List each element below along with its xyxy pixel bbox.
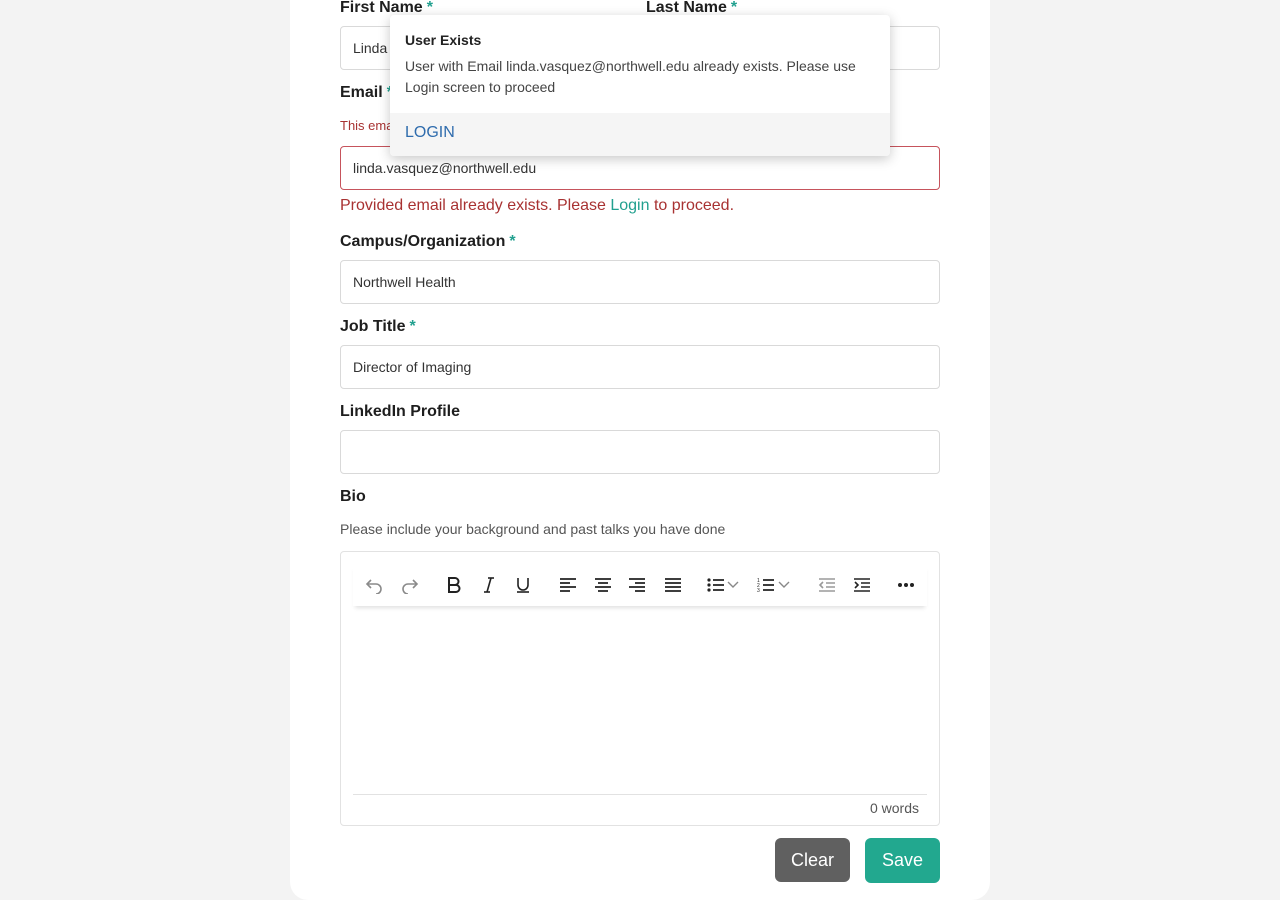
email-label-text: Email: [340, 84, 383, 101]
word-count: 0 words: [869, 800, 919, 816]
redo-icon[interactable]: [397, 572, 423, 598]
numbered-list-icon[interactable]: 123: [753, 572, 779, 598]
required-marker: *: [409, 318, 416, 335]
bio-editor: 123 0 words: [340, 551, 940, 826]
clear-button[interactable]: Clear: [775, 838, 850, 882]
popup-title: User Exists: [405, 32, 482, 48]
last-name-label-text: Last Name: [646, 0, 727, 16]
first-name-label-text: First Name: [340, 0, 423, 16]
align-center-icon[interactable]: [590, 572, 616, 598]
campus-label-text: Campus/Organization: [340, 233, 506, 250]
italic-icon[interactable]: [476, 572, 502, 598]
campus-input[interactable]: [340, 260, 940, 304]
bullet-list-dropdown-icon[interactable]: [726, 572, 740, 598]
undo-icon[interactable]: [361, 572, 387, 598]
user-exists-popup: User Exists User with Email linda.vasque…: [390, 15, 890, 156]
error-login-link[interactable]: Login: [610, 197, 649, 214]
editor-toolbar: 123: [353, 564, 927, 606]
required-marker: *: [426, 0, 433, 16]
indent-icon[interactable]: [849, 572, 875, 598]
underline-icon[interactable]: [510, 572, 536, 598]
outdent-icon[interactable]: [814, 572, 840, 598]
error-text-end: to proceed.: [649, 197, 735, 214]
bio-hint: Please include your background and past …: [340, 521, 726, 537]
align-right-icon[interactable]: [624, 572, 650, 598]
bio-label: Bio: [340, 488, 366, 505]
svg-text:3: 3: [757, 588, 760, 593]
linkedin-input[interactable]: [340, 430, 940, 474]
required-marker: *: [730, 0, 738, 16]
more-icon[interactable]: [893, 572, 919, 598]
linkedin-label: LinkedIn Profile: [340, 403, 461, 420]
job-title-input[interactable]: [340, 345, 940, 389]
email-exists-error: Provided email already exists. Please Lo…: [340, 197, 734, 215]
job-title-label-text: Job Title: [340, 318, 406, 335]
popup-footer: LOGIN: [390, 113, 890, 156]
editor-status-bar: 0 words: [353, 794, 927, 824]
error-text: Provided email already exists. Please: [340, 197, 611, 214]
popup-login-button[interactable]: LOGIN: [405, 124, 455, 142]
email-label: Email*: [340, 84, 393, 102]
campus-label: Campus/Organization *: [340, 233, 516, 251]
job-title-label: Job Title *: [340, 318, 416, 336]
popup-message: User with Email linda.vasquez@northwell.…: [405, 58, 856, 95]
required-marker: *: [509, 233, 516, 250]
align-justify-icon[interactable]: [660, 572, 686, 598]
align-left-icon[interactable]: [555, 572, 581, 598]
save-button[interactable]: Save: [865, 838, 940, 883]
email-inline-error: This ema: [340, 118, 394, 133]
numbered-list-dropdown-icon[interactable]: [777, 572, 791, 598]
bold-icon[interactable]: [441, 572, 467, 598]
bio-editor-content[interactable]: [353, 612, 927, 792]
